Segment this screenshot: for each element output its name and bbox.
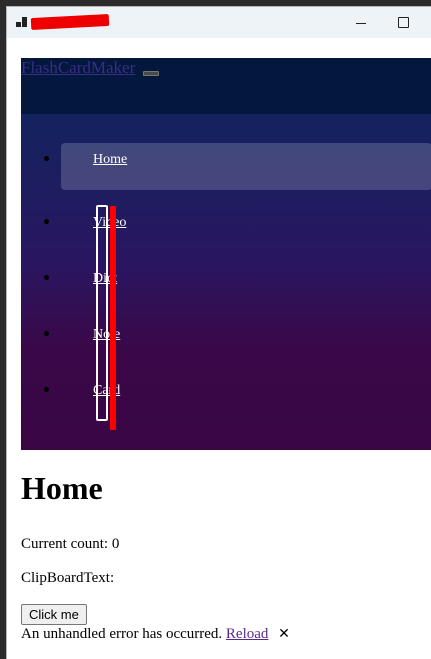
title-bar[interactable]	[7, 7, 431, 38]
brand-link[interactable]: FlashCardMaker	[21, 58, 135, 78]
sidebar-nav: Home Video Dict Note Card	[21, 114, 431, 450]
hamburger-icon[interactable]	[143, 71, 159, 76]
sidebar-item-home[interactable]: Home	[21, 136, 431, 190]
error-message: An unhandled error has occurred.	[21, 626, 223, 642]
sidebar-item-video[interactable]: Video	[21, 199, 431, 247]
app-window-icon	[16, 17, 28, 29]
sidebar-item-label[interactable]: Home	[93, 152, 127, 168]
click-me-button[interactable]: Click me	[21, 604, 87, 625]
top-navbar: FlashCardMaker	[21, 58, 431, 114]
minimize-icon[interactable]	[347, 15, 377, 31]
list-bullet-icon	[44, 275, 49, 280]
sidebar-item-dict[interactable]: Dict	[21, 255, 431, 303]
page-viewport: FlashCardMaker Home Video Dict	[7, 38, 431, 659]
page-title: Home	[21, 470, 103, 506]
redacted-title-mark	[30, 13, 110, 31]
sidebar-item-card[interactable]: Card	[21, 367, 431, 415]
clipboard-text: ClipBoardText:	[21, 570, 115, 586]
list-bullet-icon	[44, 331, 49, 336]
app-window: FlashCardMaker Home Video Dict	[6, 6, 431, 659]
annotation-red-mark	[110, 206, 116, 430]
list-bullet-icon	[44, 156, 49, 161]
reload-link[interactable]: Reload	[226, 626, 269, 642]
annotation-outline	[96, 205, 108, 421]
close-icon[interactable]: ✕	[278, 626, 290, 642]
list-bullet-icon	[44, 387, 49, 392]
maximize-icon[interactable]	[387, 13, 417, 33]
sidebar-item-note[interactable]: Note	[21, 311, 431, 359]
current-count-text: Current count: 0	[21, 536, 120, 552]
error-bar: An unhandled error has occurred. Reload …	[21, 626, 290, 643]
list-bullet-icon	[44, 219, 49, 224]
